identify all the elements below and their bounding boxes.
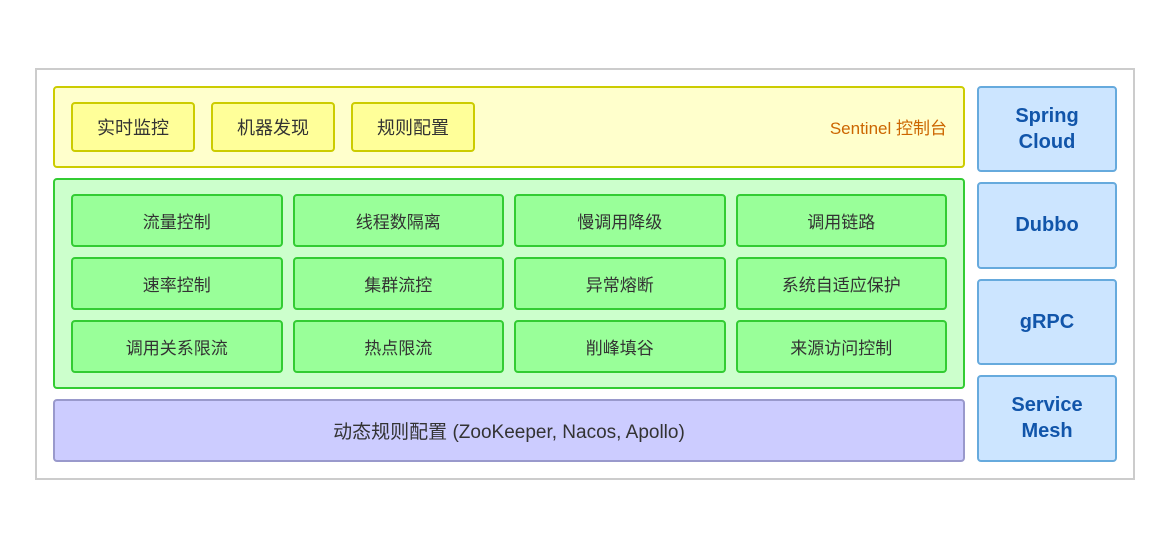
core-panel: 流量控制 线程数隔离 慢调用降级 调用链路 速率控制 集群流控 异常熔断 系统自… bbox=[53, 178, 965, 389]
core-box-3-1: 调用关系限流 bbox=[71, 320, 283, 373]
right-sidebar: Spring Cloud Dubbo gRPC Service Mesh bbox=[977, 86, 1117, 462]
core-box-1-4: 调用链路 bbox=[736, 194, 948, 247]
core-box-2-3: 异常熔断 bbox=[514, 257, 726, 310]
dynamic-label: 动态规则配置 (ZooKeeper, Nacos, Apollo) bbox=[333, 422, 685, 443]
core-box-2-4: 系统自适应保护 bbox=[736, 257, 948, 310]
sentinel-box-3: 规则配置 bbox=[351, 102, 475, 152]
sidebar-service-mesh: Service Mesh bbox=[977, 375, 1117, 462]
sidebar-spring-cloud: Spring Cloud bbox=[977, 86, 1117, 173]
main-area: 实时监控 机器发现 规则配置 Sentinel 控制台 流量控制 线程数隔离 慢… bbox=[53, 86, 965, 462]
core-box-3-4: 来源访问控制 bbox=[736, 320, 948, 373]
core-box-1-2: 线程数隔离 bbox=[293, 194, 505, 247]
diagram-wrapper: 实时监控 机器发现 规则配置 Sentinel 控制台 流量控制 线程数隔离 慢… bbox=[35, 68, 1135, 480]
core-row-3: 调用关系限流 热点限流 削峰填谷 来源访问控制 bbox=[71, 320, 947, 373]
sentinel-title: Sentinel 控制台 bbox=[830, 114, 947, 139]
core-box-1-3: 慢调用降级 bbox=[514, 194, 726, 247]
core-box-3-3: 削峰填谷 bbox=[514, 320, 726, 373]
core-row-1: 流量控制 线程数隔离 慢调用降级 调用链路 bbox=[71, 194, 947, 247]
core-box-1-1: 流量控制 bbox=[71, 194, 283, 247]
dynamic-panel: 动态规则配置 (ZooKeeper, Nacos, Apollo) bbox=[53, 399, 965, 462]
core-row-2: 速率控制 集群流控 异常熔断 系统自适应保护 bbox=[71, 257, 947, 310]
sentinel-box-2: 机器发现 bbox=[211, 102, 335, 152]
sidebar-dubbo: Dubbo bbox=[977, 182, 1117, 269]
sentinel-panel: 实时监控 机器发现 规则配置 Sentinel 控制台 bbox=[53, 86, 965, 168]
sidebar-grpc: gRPC bbox=[977, 279, 1117, 366]
core-box-2-1: 速率控制 bbox=[71, 257, 283, 310]
sentinel-top-row: 实时监控 机器发现 规则配置 Sentinel 控制台 bbox=[71, 102, 947, 152]
sentinel-box-1: 实时监控 bbox=[71, 102, 195, 152]
core-box-3-2: 热点限流 bbox=[293, 320, 505, 373]
core-box-2-2: 集群流控 bbox=[293, 257, 505, 310]
